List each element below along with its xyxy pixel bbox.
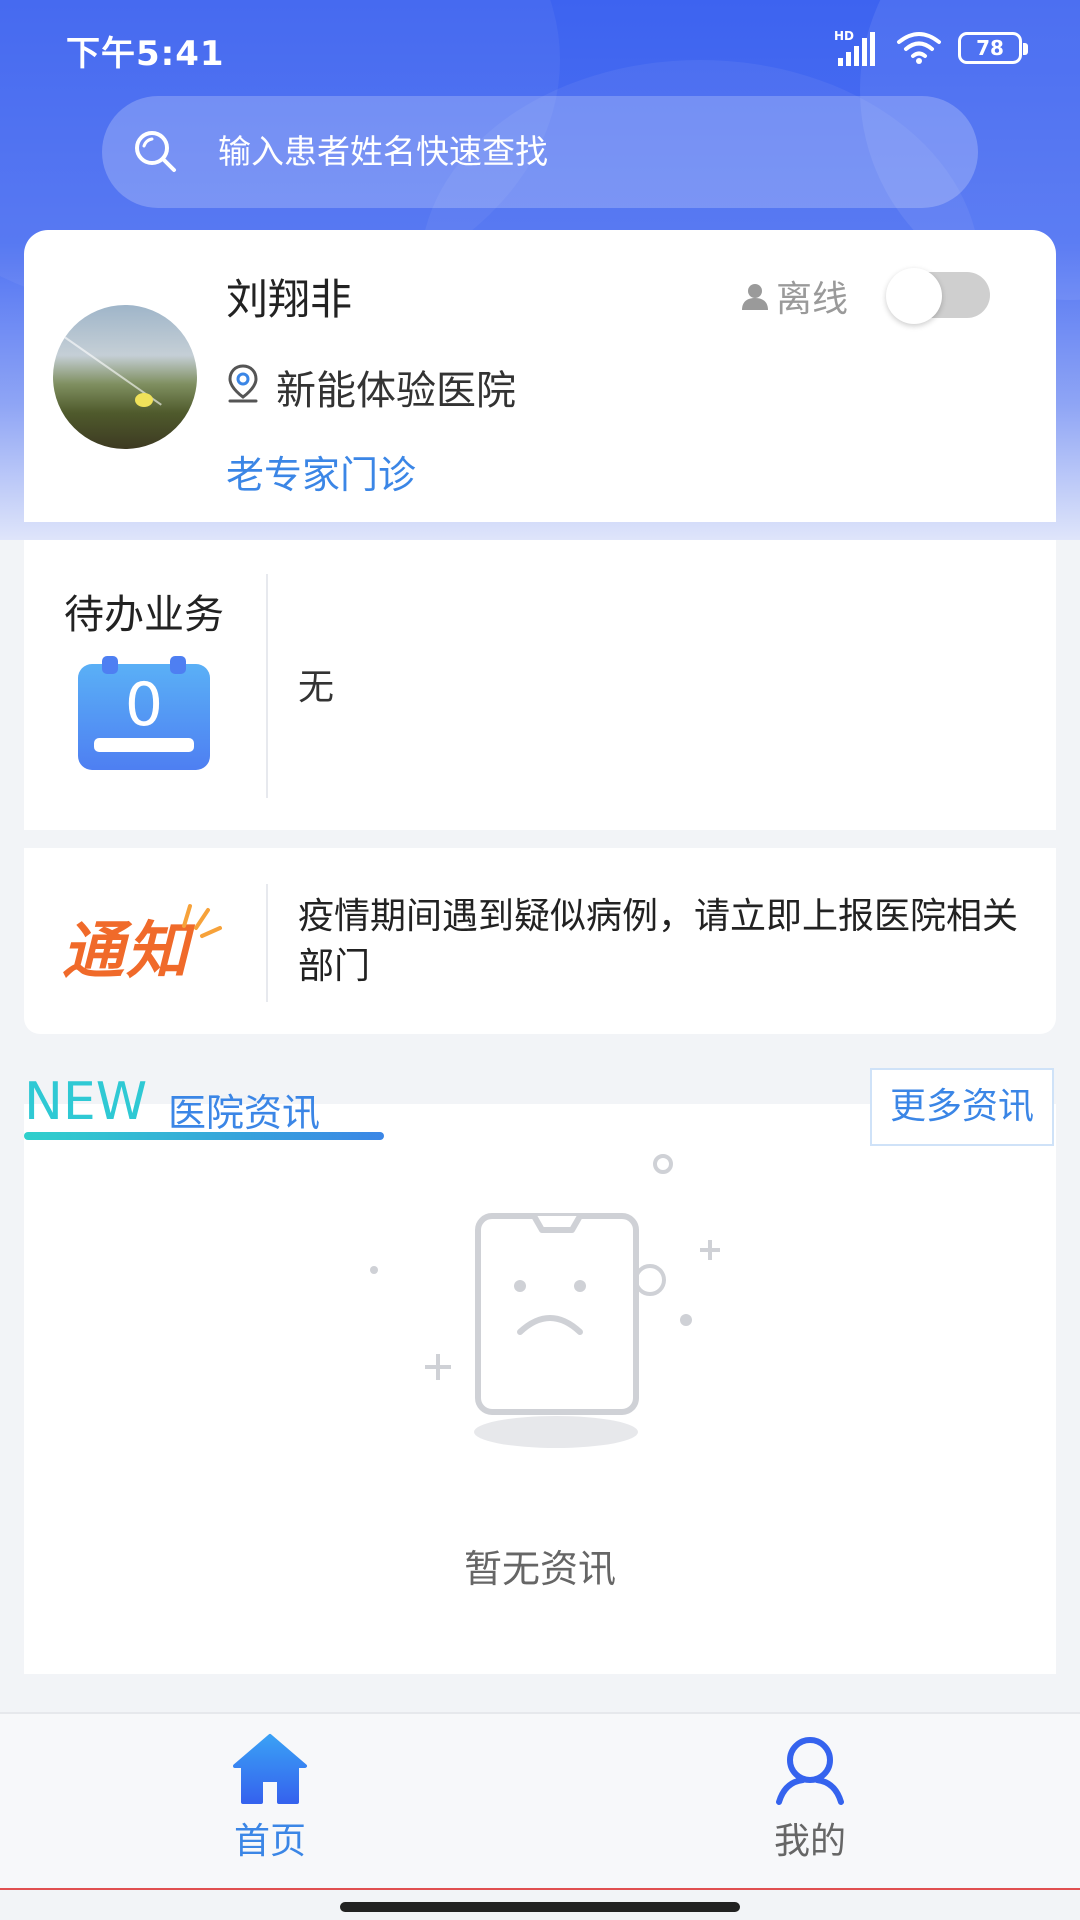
search-bar[interactable]: 输入患者姓名快速查找 bbox=[102, 96, 978, 208]
news-title: 医院资讯 bbox=[168, 1091, 321, 1135]
online-toggle[interactable] bbox=[886, 268, 990, 324]
tab-me[interactable]: 我的 bbox=[710, 1732, 910, 1882]
spark-icon bbox=[182, 904, 222, 938]
news-header: NEW 医院资讯 更多资讯 bbox=[24, 1068, 1056, 1150]
search-icon bbox=[135, 131, 176, 172]
tab-bar: 首页 我的 bbox=[0, 1712, 1080, 1890]
toggle-knob bbox=[886, 268, 942, 324]
status-bar: 下午5:41 HD 78 bbox=[0, 0, 1080, 100]
hospital-name: 新能体验医院 bbox=[276, 368, 516, 414]
todo-title: 待办业务 bbox=[64, 592, 224, 638]
notice-logo: 通知 bbox=[62, 914, 191, 987]
department-name[interactable]: 老专家门诊 bbox=[226, 444, 416, 499]
signal-icon: HD bbox=[834, 29, 875, 66]
status-time: 下午5:41 bbox=[66, 34, 225, 74]
empty-news-text: 暂无资讯 bbox=[463, 1547, 616, 1591]
todo-card[interactable]: 待办业务 0 无 bbox=[24, 540, 1056, 830]
user-icon bbox=[776, 1737, 844, 1805]
battery-icon: 78 bbox=[958, 32, 1028, 64]
todo-count: 0 bbox=[124, 670, 164, 740]
bottom-edge bbox=[0, 1888, 1080, 1890]
profile-card: 刘翔非 新能体验医院 老专家门诊 离线 bbox=[24, 230, 1056, 522]
new-badge: NEW bbox=[24, 1072, 148, 1132]
notice-text: 疫情期间遇到疑似病例，请立即上报医院相关部门 bbox=[298, 896, 1019, 987]
search-input[interactable]: 输入患者姓名快速查找 bbox=[218, 96, 548, 208]
empty-state-icon bbox=[370, 1154, 720, 1448]
todo-content: 无 bbox=[298, 667, 335, 708]
status-icons: HD 78 bbox=[834, 26, 1028, 70]
online-status: 离线 bbox=[740, 270, 848, 322]
user-status-icon bbox=[742, 284, 768, 310]
home-indicator[interactable] bbox=[340, 1902, 740, 1912]
wifi-icon bbox=[897, 32, 941, 64]
location-icon bbox=[228, 364, 258, 403]
notice-card[interactable]: 通知 疫情期间遇到疑似病例，请立即上报医院相关部门 bbox=[24, 848, 1056, 1034]
doctor-name: 刘翔非 bbox=[226, 275, 353, 324]
status-label: 离线 bbox=[776, 279, 849, 320]
tab-home-label: 首页 bbox=[233, 1821, 306, 1862]
tab-me-label: 我的 bbox=[773, 1821, 846, 1862]
divider bbox=[266, 884, 268, 1002]
news-card: 暂无资讯 bbox=[24, 1104, 1056, 1674]
divider bbox=[266, 574, 268, 798]
news-underline bbox=[24, 1132, 384, 1140]
more-news-button[interactable]: 更多资讯 bbox=[870, 1068, 1054, 1146]
tab-home[interactable]: 首页 bbox=[170, 1732, 370, 1882]
network-label: HD bbox=[834, 29, 854, 43]
avatar[interactable] bbox=[53, 305, 197, 449]
home-icon bbox=[233, 1734, 307, 1804]
